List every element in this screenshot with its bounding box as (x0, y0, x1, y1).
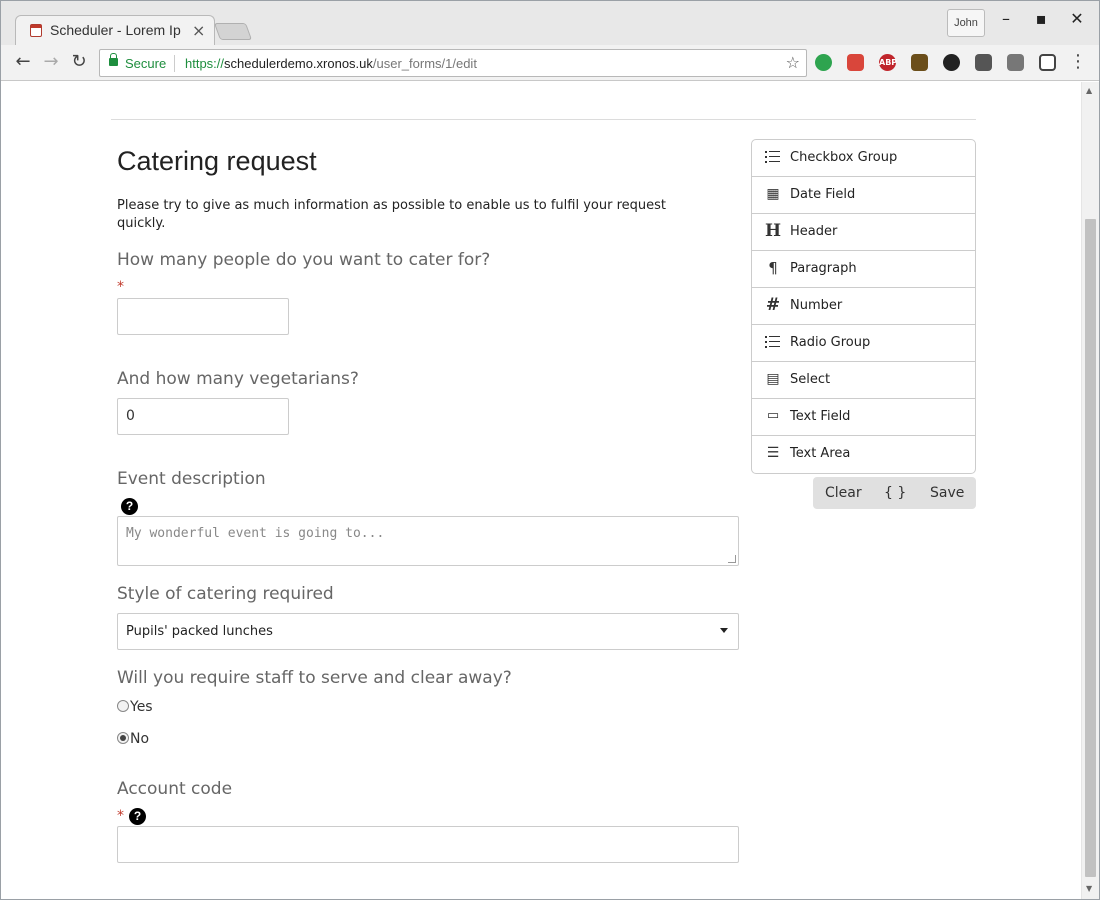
radio-no-label: No (130, 731, 150, 747)
bookmark-star-icon[interactable]: ☆ (786, 53, 800, 72)
resize-handle-icon[interactable] (728, 555, 736, 563)
palette-item-label: Paragraph (790, 261, 857, 276)
scroll-thumb[interactable] (1085, 219, 1096, 877)
palette-item-checkbox-group[interactable]: Checkbox Group (752, 140, 975, 177)
people-label: How many people do you want to cater for… (117, 250, 491, 270)
url-path: /user_forms/1/edit (372, 56, 477, 71)
browser-toolbar: ← → ↻ Secure https://schedulerdemo.xrono… (1, 45, 1099, 81)
url-text: https://schedulerdemo.xronos.uk/user_for… (185, 56, 477, 71)
secure-label: Secure (125, 56, 167, 71)
extension-mail-icon[interactable] (1007, 54, 1024, 71)
catering-style-label: Style of catering required (117, 584, 334, 604)
palette-item-header[interactable]: H Header (752, 214, 975, 251)
close-window-icon[interactable]: ✕ (1065, 9, 1089, 28)
people-input[interactable] (117, 298, 289, 335)
account-code-input[interactable] (117, 826, 739, 863)
forward-icon[interactable]: → (39, 51, 63, 75)
text-area-icon: ☰ (766, 445, 780, 461)
hash-icon: # (765, 295, 781, 315)
form-description: Please try to give as much information a… (117, 198, 666, 231)
browser-menu-icon[interactable]: ⋮ (1069, 53, 1087, 71)
divider (111, 119, 976, 120)
event-description-textarea[interactable]: My wonderful event is going to... (117, 516, 739, 566)
palette-item-paragraph[interactable]: ¶ Paragraph (752, 251, 975, 288)
palette-item-select[interactable]: ▤ Select (752, 362, 975, 399)
radio-group-icon (764, 333, 782, 351)
close-tab-icon[interactable]: × (192, 21, 205, 40)
json-button[interactable]: { } (884, 485, 906, 501)
help-icon[interactable]: ? (129, 808, 146, 825)
url-host: schedulerdemo.xronos.uk (224, 56, 373, 71)
extension-fullscreen-icon[interactable] (1039, 54, 1056, 71)
paragraph-icon: ¶ (768, 259, 778, 277)
palette-item-label: Select (790, 372, 831, 387)
select-icon: ▤ (766, 371, 780, 387)
form-actions: Clear { } Save (813, 477, 976, 509)
header-icon: H (764, 221, 782, 241)
extension-green-icon[interactable] (815, 54, 832, 71)
reload-icon[interactable]: ↻ (67, 51, 91, 75)
scroll-up-icon[interactable]: ▲ (1086, 86, 1092, 95)
field-palette: Checkbox Group ▦ Date Field H Header ¶ P… (751, 139, 976, 474)
vertical-scrollbar[interactable]: ▲ ▼ (1081, 82, 1099, 899)
chevron-down-icon (720, 628, 728, 633)
scroll-down-icon[interactable]: ▼ (1086, 884, 1092, 893)
required-marker: * (117, 808, 124, 824)
staff-label: Will you require staff to serve and clea… (117, 668, 512, 688)
palette-item-date-field[interactable]: ▦ Date Field (752, 177, 975, 214)
palette-item-text-area[interactable]: ☰ Text Area (752, 436, 975, 473)
browser-window: Scheduler - Lorem Ip × John – ▪ ✕ ← → ↻ … (0, 0, 1100, 900)
palette-item-radio-group[interactable]: Radio Group (752, 325, 975, 362)
calendar-icon: ▦ (766, 186, 780, 202)
catering-style-value: Pupils' packed lunches (126, 624, 273, 639)
extension-house-icon[interactable] (911, 54, 928, 71)
help-icon[interactable]: ? (121, 498, 138, 515)
calendar-favicon-icon (30, 24, 42, 37)
page-viewport: Catering request Please try to give as m… (1, 82, 1081, 899)
event-description-label: Event description (117, 469, 266, 489)
palette-item-label: Radio Group (790, 335, 871, 350)
back-icon[interactable]: ← (11, 51, 35, 75)
adblock-icon[interactable]: ABP (879, 54, 897, 71)
address-bar[interactable]: Secure https://schedulerdemo.xronos.uk/u… (99, 49, 807, 77)
checkbox-group-icon (764, 148, 782, 166)
tab-title: Scheduler - Lorem Ip (50, 22, 181, 38)
lock-icon (109, 53, 118, 66)
minimize-icon[interactable]: – (994, 9, 1018, 28)
url-scheme: https:// (185, 56, 225, 71)
catering-style-select[interactable]: Pupils' packed lunches (117, 613, 739, 650)
extension-gear-icon[interactable] (943, 54, 960, 71)
extension-red-icon[interactable] (847, 54, 864, 71)
palette-item-label: Checkbox Group (790, 150, 898, 165)
profile-button[interactable]: John (947, 9, 985, 37)
save-button[interactable]: Save (930, 485, 964, 501)
palette-item-label: Header (790, 224, 838, 239)
text-field-icon: ▭ (766, 408, 780, 423)
maximize-icon[interactable]: ▪ (1029, 9, 1053, 28)
radio-no[interactable] (117, 732, 129, 744)
account-code-label: Account code (117, 779, 233, 799)
palette-item-number[interactable]: # Number (752, 288, 975, 325)
palette-item-label: Text Area (790, 446, 851, 461)
palette-item-label: Text Field (790, 409, 851, 424)
vegetarians-label: And how many vegetarians? (117, 369, 359, 389)
extension-bulb-icon[interactable] (975, 54, 992, 71)
palette-item-text-field[interactable]: ▭ Text Field (752, 399, 975, 436)
radio-yes[interactable] (117, 700, 129, 712)
form-title: Catering request (117, 146, 317, 176)
clear-button[interactable]: Clear (825, 485, 862, 501)
vegetarians-input[interactable]: 0 (117, 398, 289, 435)
palette-item-label: Date Field (790, 187, 856, 202)
required-marker: * (117, 279, 124, 295)
tab-strip: Scheduler - Lorem Ip × John – ▪ ✕ (1, 1, 1099, 45)
radio-yes-label: Yes (130, 699, 153, 715)
palette-item-label: Number (790, 298, 843, 313)
new-tab-button[interactable] (213, 23, 253, 40)
omnibox-separator (174, 55, 175, 72)
browser-tab[interactable]: Scheduler - Lorem Ip × (15, 15, 215, 45)
